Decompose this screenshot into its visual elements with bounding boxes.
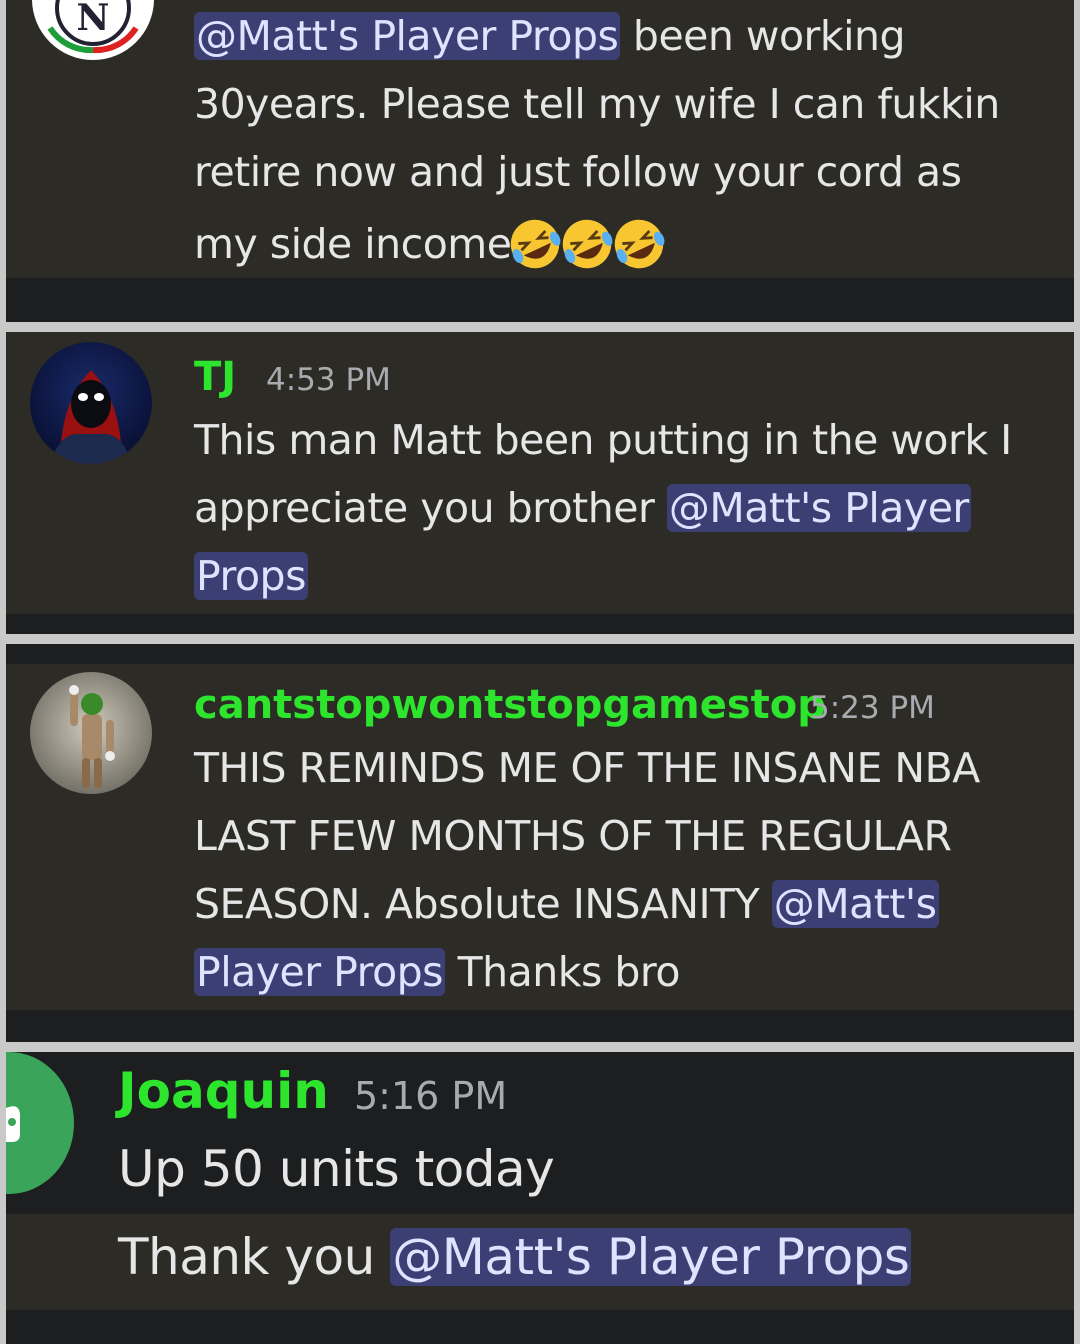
rolling-laughing-emoji-icon (563, 219, 613, 269)
user-mention[interactable]: @Matt's Player (666, 484, 971, 532)
message-text: Thanks bro (457, 948, 681, 996)
message-line: my side income (194, 216, 667, 272)
divider-strip (6, 614, 1074, 634)
message-line: Player Props Thanks bro (194, 948, 680, 996)
user-avatar[interactable]: N (32, 0, 154, 60)
user-mention[interactable]: @Matt's Player Props (194, 12, 621, 60)
message-text: my side income (194, 220, 512, 268)
user-mention[interactable]: Player Props (194, 948, 446, 996)
avatar-icon (50, 370, 132, 464)
divider-strip (6, 1010, 1074, 1042)
message-panel-3: cantstopwontstopgamestop 5:23 PM THIS RE… (6, 644, 1074, 1042)
message-line: SEASON. Absolute INSANITY @Matt's (194, 880, 939, 928)
message-timestamp: 5:16 PM (354, 1074, 508, 1118)
message-timestamp: 4:53 PM (266, 362, 391, 398)
message-line: retire now and just follow your cord as (194, 148, 962, 196)
message-line: This man Matt been putting in the work I (194, 416, 1012, 464)
message-line: Props (194, 552, 308, 600)
author-name[interactable]: TJ (194, 354, 236, 400)
user-mention[interactable]: @Matt's Player Props (390, 1228, 912, 1286)
message-text: been working (632, 12, 906, 60)
message-text: Thank you (118, 1228, 375, 1286)
message-panel-2: TJ 4:53 PM This man Matt been putting in… (6, 332, 1074, 634)
author-name[interactable]: Joaquin (118, 1062, 329, 1120)
user-mention[interactable]: @Matt's (771, 880, 939, 928)
author-name[interactable]: cantstopwontstopgamestop (194, 682, 826, 728)
rolling-laughing-emoji-icon (511, 219, 561, 269)
message-line: 30years. Please tell my wife I can fukki… (194, 80, 1000, 128)
avatar-icon (69, 685, 115, 788)
user-avatar[interactable] (30, 672, 152, 794)
message-panel-1: N @Matt's Player Props been working 30ye… (6, 0, 1074, 322)
message-line: Up 50 units today (118, 1140, 555, 1198)
divider-strip (6, 278, 1074, 322)
message-text: SEASON. Absolute INSANITY (194, 880, 760, 928)
message-timestamp: 5:23 PM (810, 690, 935, 726)
discord-logo-icon (6, 1106, 20, 1142)
user-mention[interactable]: Props (194, 552, 308, 600)
user-avatar[interactable] (6, 1052, 74, 1194)
rolling-laughing-emoji-icon (615, 219, 665, 269)
message-line: LAST FEW MONTHS OF THE REGULAR (194, 812, 952, 860)
svg-text:N: N (77, 0, 110, 39)
message-text: appreciate you brother (194, 484, 655, 532)
divider-strip (6, 644, 1074, 664)
user-avatar[interactable] (30, 342, 152, 464)
message-line: THIS REMINDS ME OF THE INSANE NBA (194, 744, 980, 792)
message-line: Thank you @Matt's Player Props (118, 1228, 912, 1286)
message-panel-4: Joaquin 5:16 PM Up 50 units today Thank … (6, 1052, 1074, 1344)
logo-icon: N (35, 0, 151, 57)
message-line: appreciate you brother @Matt's Player (194, 484, 971, 532)
message-line: @Matt's Player Props been working (194, 12, 906, 60)
